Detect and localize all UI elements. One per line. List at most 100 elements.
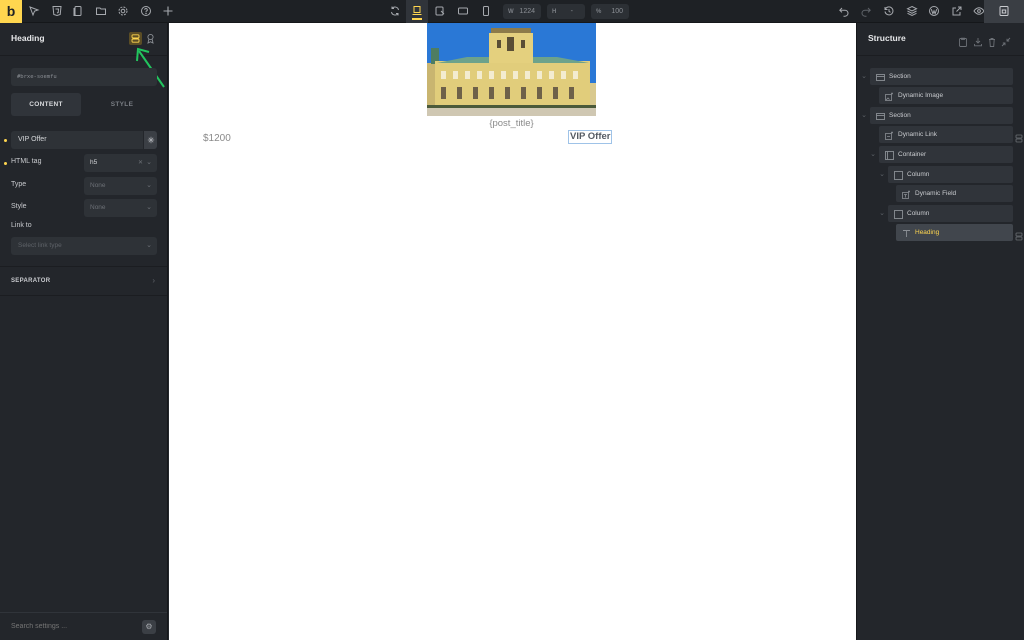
element-states-icon[interactable]: [144, 32, 157, 45]
type-control: Type None ⌄: [11, 177, 157, 195]
tab-content[interactable]: CONTENT: [11, 93, 81, 116]
width-value: 1224: [519, 8, 535, 15]
save-button[interactable]: [984, 0, 1024, 23]
modified-indicator: [4, 162, 7, 165]
wordpress-icon[interactable]: [925, 3, 943, 20]
html-tag-value: h5: [90, 159, 98, 166]
text-control: VIP Offer: [4, 131, 157, 149]
height-value: -: [570, 8, 573, 15]
separator-group-toggle[interactable]: SEPARATOR ›: [0, 266, 167, 296]
structure-node-heading[interactable]: Heading: [896, 224, 1013, 241]
dynamic-data-button[interactable]: [144, 131, 157, 149]
node-label: Column: [907, 171, 930, 178]
width-input[interactable]: W 1224: [503, 4, 541, 19]
history-icon[interactable]: [880, 3, 898, 20]
desktop-icon[interactable]: [406, 0, 428, 23]
structure-node-section[interactable]: Section: [870, 68, 1013, 85]
column-icon: [894, 170, 903, 180]
link-type-select[interactable]: Select link type ⌄: [11, 237, 157, 255]
type-label: Type: [11, 181, 27, 188]
chevron-down-icon[interactable]: ⌄: [878, 209, 886, 217]
chevron-down-icon: ⌄: [146, 242, 152, 249]
help-icon[interactable]: [137, 3, 155, 20]
palace-image: [427, 23, 596, 116]
settings-tabs: CONTENT STYLE: [11, 93, 157, 116]
structure-header: Structure: [857, 23, 1024, 56]
bricks-logo[interactable]: b: [0, 0, 22, 23]
structure-node-container[interactable]: Container: [879, 146, 1013, 163]
chevron-down-icon[interactable]: ⌄: [860, 72, 868, 80]
dynamic-link-post-title[interactable]: {post_title}: [427, 118, 596, 129]
collapse-all-icon[interactable]: [1001, 34, 1011, 47]
dynamic-field-icon: [902, 189, 911, 199]
top-toolbar: b W 1224 H - % 100: [0, 0, 1024, 23]
height-input[interactable]: H -: [547, 4, 585, 19]
section-icon: [876, 111, 885, 120]
structure-node-column[interactable]: Column: [888, 205, 1013, 222]
structure-node-dynamic-link[interactable]: Dynamic Link: [879, 126, 1013, 143]
undo-icon[interactable]: [835, 3, 853, 20]
html-tag-control: HTML tag h5 ✕ ⌄: [4, 154, 157, 172]
structure-node-dynamic-field[interactable]: Dynamic Field: [896, 185, 1013, 202]
chevron-down-icon[interactable]: ⌄: [860, 111, 868, 119]
clear-icon[interactable]: ✕: [138, 154, 143, 172]
layers-icon[interactable]: [903, 3, 921, 20]
zoom-value: 100: [611, 8, 623, 15]
cursor-icon[interactable]: [25, 3, 43, 20]
external-link-icon[interactable]: [948, 3, 966, 20]
builder-canvas: {post_title} $1200 VIP Offer: [169, 23, 856, 640]
modified-indicator: [4, 139, 7, 142]
style-select[interactable]: None ⌄: [84, 199, 157, 217]
global-class-icon[interactable]: [129, 32, 142, 45]
css3-icon[interactable]: [48, 3, 66, 20]
redo-icon[interactable]: [857, 3, 875, 20]
element-action-icon[interactable]: [1015, 130, 1023, 143]
dynamic-link-icon: [885, 130, 894, 140]
css-id-field[interactable]: #brxe-soemfu: [11, 68, 157, 86]
heading-icon: [902, 228, 911, 237]
settings-gear-icon[interactable]: ⚙: [142, 620, 156, 634]
html-tag-select[interactable]: h5 ✕ ⌄: [84, 154, 157, 172]
column-icon: [894, 209, 903, 219]
download-icon[interactable]: [973, 34, 983, 47]
structure-node-dynamic-image[interactable]: Dynamic Image: [879, 87, 1013, 104]
heading-vip-offer[interactable]: VIP Offer: [568, 130, 613, 144]
node-label: Section: [889, 73, 911, 80]
tablet-landscape-icon[interactable]: [431, 3, 449, 20]
tablet-icon[interactable]: [454, 3, 472, 20]
height-label: H: [552, 9, 557, 15]
type-select[interactable]: None ⌄: [84, 177, 157, 195]
dynamic-image-icon: [885, 91, 894, 101]
dynamic-image[interactable]: [427, 23, 596, 116]
structure-panel: Structure ⌄ Section Dynamic Image ⌄ Sect…: [856, 23, 1024, 640]
folder-icon[interactable]: [92, 3, 110, 20]
pages-icon[interactable]: [69, 3, 87, 20]
html-tag-label: HTML tag: [11, 158, 42, 165]
clipboard-icon[interactable]: [958, 34, 968, 47]
dynamic-field-price[interactable]: $1200: [203, 133, 231, 144]
gear-icon[interactable]: [114, 3, 132, 20]
trash-icon[interactable]: [987, 34, 997, 47]
search-settings-bar: ⚙: [0, 612, 167, 640]
container-icon: [885, 150, 894, 160]
chevron-down-icon: ⌄: [146, 182, 152, 189]
heading-text-input[interactable]: VIP Offer: [11, 131, 143, 149]
node-label: Dynamic Field: [915, 190, 957, 197]
search-settings-input[interactable]: [11, 623, 131, 630]
link-type-placeholder: Select link type: [18, 242, 62, 249]
refresh-icon[interactable]: [386, 3, 404, 20]
node-label: Container: [898, 151, 927, 158]
mobile-icon[interactable]: [477, 3, 495, 20]
panel-title: Heading: [11, 33, 45, 43]
tab-style[interactable]: STYLE: [87, 93, 157, 116]
element-action-icon[interactable]: [1015, 228, 1023, 241]
chevron-right-icon: ›: [152, 276, 155, 285]
structure-node-column[interactable]: Column: [888, 166, 1013, 183]
zoom-input[interactable]: % 100: [591, 4, 629, 19]
chevron-down-icon[interactable]: ⌄: [878, 170, 886, 178]
structure-node-section[interactable]: Section: [870, 107, 1013, 124]
plus-icon[interactable]: [159, 3, 177, 20]
chevron-down-icon: ⌄: [146, 159, 152, 166]
link-to-label: Link to: [11, 222, 32, 229]
chevron-down-icon[interactable]: ⌄: [869, 150, 877, 158]
